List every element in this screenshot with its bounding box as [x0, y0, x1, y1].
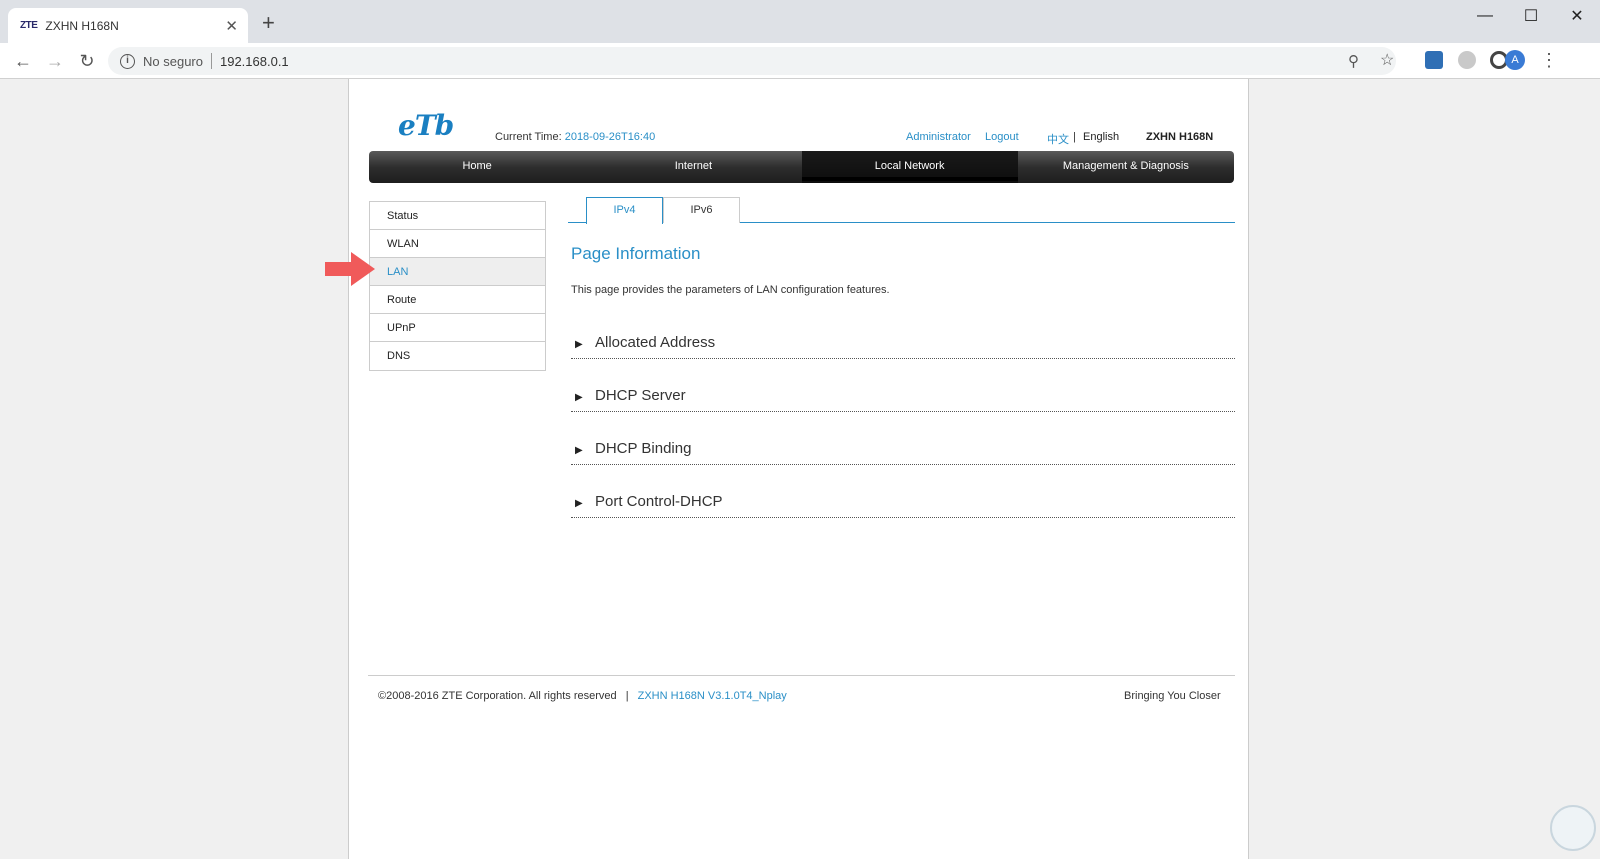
section-allocated-address[interactable]: ▶ Allocated Address — [571, 333, 1235, 359]
current-time-label: Current Time: — [495, 131, 562, 143]
omnibox-separator — [210, 53, 212, 69]
tab-close-icon[interactable]: ✕ — [225, 17, 238, 35]
copyright-text: ©2008-2016 ZTE Corporation. All rights r… — [378, 690, 617, 702]
section-label: Port Control-DHCP — [595, 493, 723, 510]
expand-triangle-icon: ▶ — [575, 392, 583, 403]
logout-link[interactable]: Logout — [985, 131, 1019, 143]
footer-separator: | — [625, 690, 629, 702]
sidebar-item-route[interactable]: Route — [370, 286, 545, 314]
side-menu: Status WLAN LAN Route UPnP DNS — [369, 201, 546, 371]
tab-ipv6[interactable]: IPv6 — [663, 197, 740, 223]
model-name: ZXHN H168N — [1146, 131, 1214, 143]
section-label: DHCP Server — [595, 387, 686, 404]
current-time: Current Time: 2018-09-26T16:40 — [495, 131, 655, 143]
section-dhcp-binding[interactable]: ▶ DHCP Binding — [571, 439, 1235, 465]
section-port-control-dhcp[interactable]: ▶ Port Control-DHCP — [571, 492, 1235, 518]
sidebar-item-upnp[interactable]: UPnP — [370, 314, 545, 342]
watermark-logo-icon — [1550, 805, 1596, 851]
info-icon[interactable]: i — [120, 53, 135, 69]
lang-english-link[interactable]: English — [1083, 131, 1119, 143]
window-close-button[interactable]: ✕ — [1554, 0, 1600, 32]
page-description: This page provides the parameters of LAN… — [571, 284, 890, 296]
cast-icon[interactable] — [1425, 51, 1443, 69]
expand-triangle-icon: ▶ — [575, 498, 583, 509]
ip-version-tabs: IPv4 IPv6 — [568, 197, 1235, 224]
sidebar-item-dns[interactable]: DNS — [370, 342, 545, 370]
maximize-button[interactable]: ☐ — [1508, 0, 1554, 32]
sidebar-item-status[interactable]: Status — [370, 202, 545, 230]
nav-local-network[interactable]: Local Network — [801, 151, 1019, 183]
url-text[interactable]: 192.168.0.1 — [220, 54, 289, 69]
footer-info: ©2008-2016 ZTE Corporation. All rights r… — [378, 690, 787, 702]
page-title: Page Information — [571, 244, 701, 263]
section-label: Allocated Address — [595, 334, 716, 351]
browser-menu-icon[interactable]: ⋮ — [1540, 49, 1558, 71]
footer-slogan: Bringing You Closer — [1124, 690, 1221, 702]
lang-separator: | — [1073, 131, 1076, 143]
section-dhcp-server[interactable]: ▶ DHCP Server — [571, 386, 1235, 412]
lang-chinese-link[interactable]: 中文 — [1047, 131, 1069, 147]
router-page — [348, 79, 1249, 859]
current-time-value: 2018-09-26T16:40 — [564, 131, 656, 143]
administrator-link[interactable]: Administrator — [906, 131, 971, 143]
nav-home[interactable]: Home — [369, 151, 585, 183]
address-bar[interactable]: i No seguro 192.168.0.1 — [108, 47, 1396, 75]
new-tab-button[interactable]: + — [262, 12, 275, 34]
sidebar-item-wlan[interactable]: WLAN — [370, 230, 545, 258]
minimize-button[interactable]: — — [1462, 0, 1508, 32]
browser-toolbar: ← → ↻ i No seguro 192.168.0.1 ⚲ ☆ A ⋮ — [0, 43, 1600, 79]
zoom-icon[interactable]: ⚲ — [1348, 52, 1359, 70]
forward-button[interactable]: → — [44, 50, 66, 72]
pointer-arrow-icon — [325, 252, 375, 286]
section-label: DHCP Binding — [595, 440, 692, 457]
expand-triangle-icon: ▶ — [575, 339, 583, 350]
firmware-version-link[interactable]: ZXHN H168N V3.1.0T4_Nplay — [638, 690, 787, 702]
sidebar-item-lan[interactable]: LAN — [370, 258, 545, 286]
nav-management-diagnosis[interactable]: Management & Diagnosis — [1018, 151, 1234, 183]
bookmark-star-icon[interactable]: ☆ — [1380, 50, 1394, 70]
security-status: No seguro — [143, 53, 203, 69]
zte-favicon-icon: ZTE — [20, 20, 38, 31]
extension-icon[interactable] — [1458, 51, 1476, 69]
back-button[interactable]: ← — [12, 50, 34, 72]
tab-title: ZXHN H168N — [45, 18, 119, 33]
nav-internet[interactable]: Internet — [585, 151, 801, 183]
main-nav: Home Internet Local Network Management &… — [369, 151, 1234, 183]
expand-triangle-icon: ▶ — [575, 445, 583, 456]
browser-tabbar: ZTE ZXHN H168N ✕ + — ☐ ✕ — [0, 0, 1600, 43]
reload-button[interactable]: ↻ — [76, 50, 98, 72]
footer-divider — [368, 675, 1235, 676]
etb-logo: eTb — [398, 109, 454, 142]
browser-tab[interactable]: ZTE ZXHN H168N ✕ — [8, 8, 248, 43]
tab-ipv4[interactable]: IPv4 — [586, 197, 663, 224]
profile-avatar[interactable]: A — [1505, 50, 1525, 70]
